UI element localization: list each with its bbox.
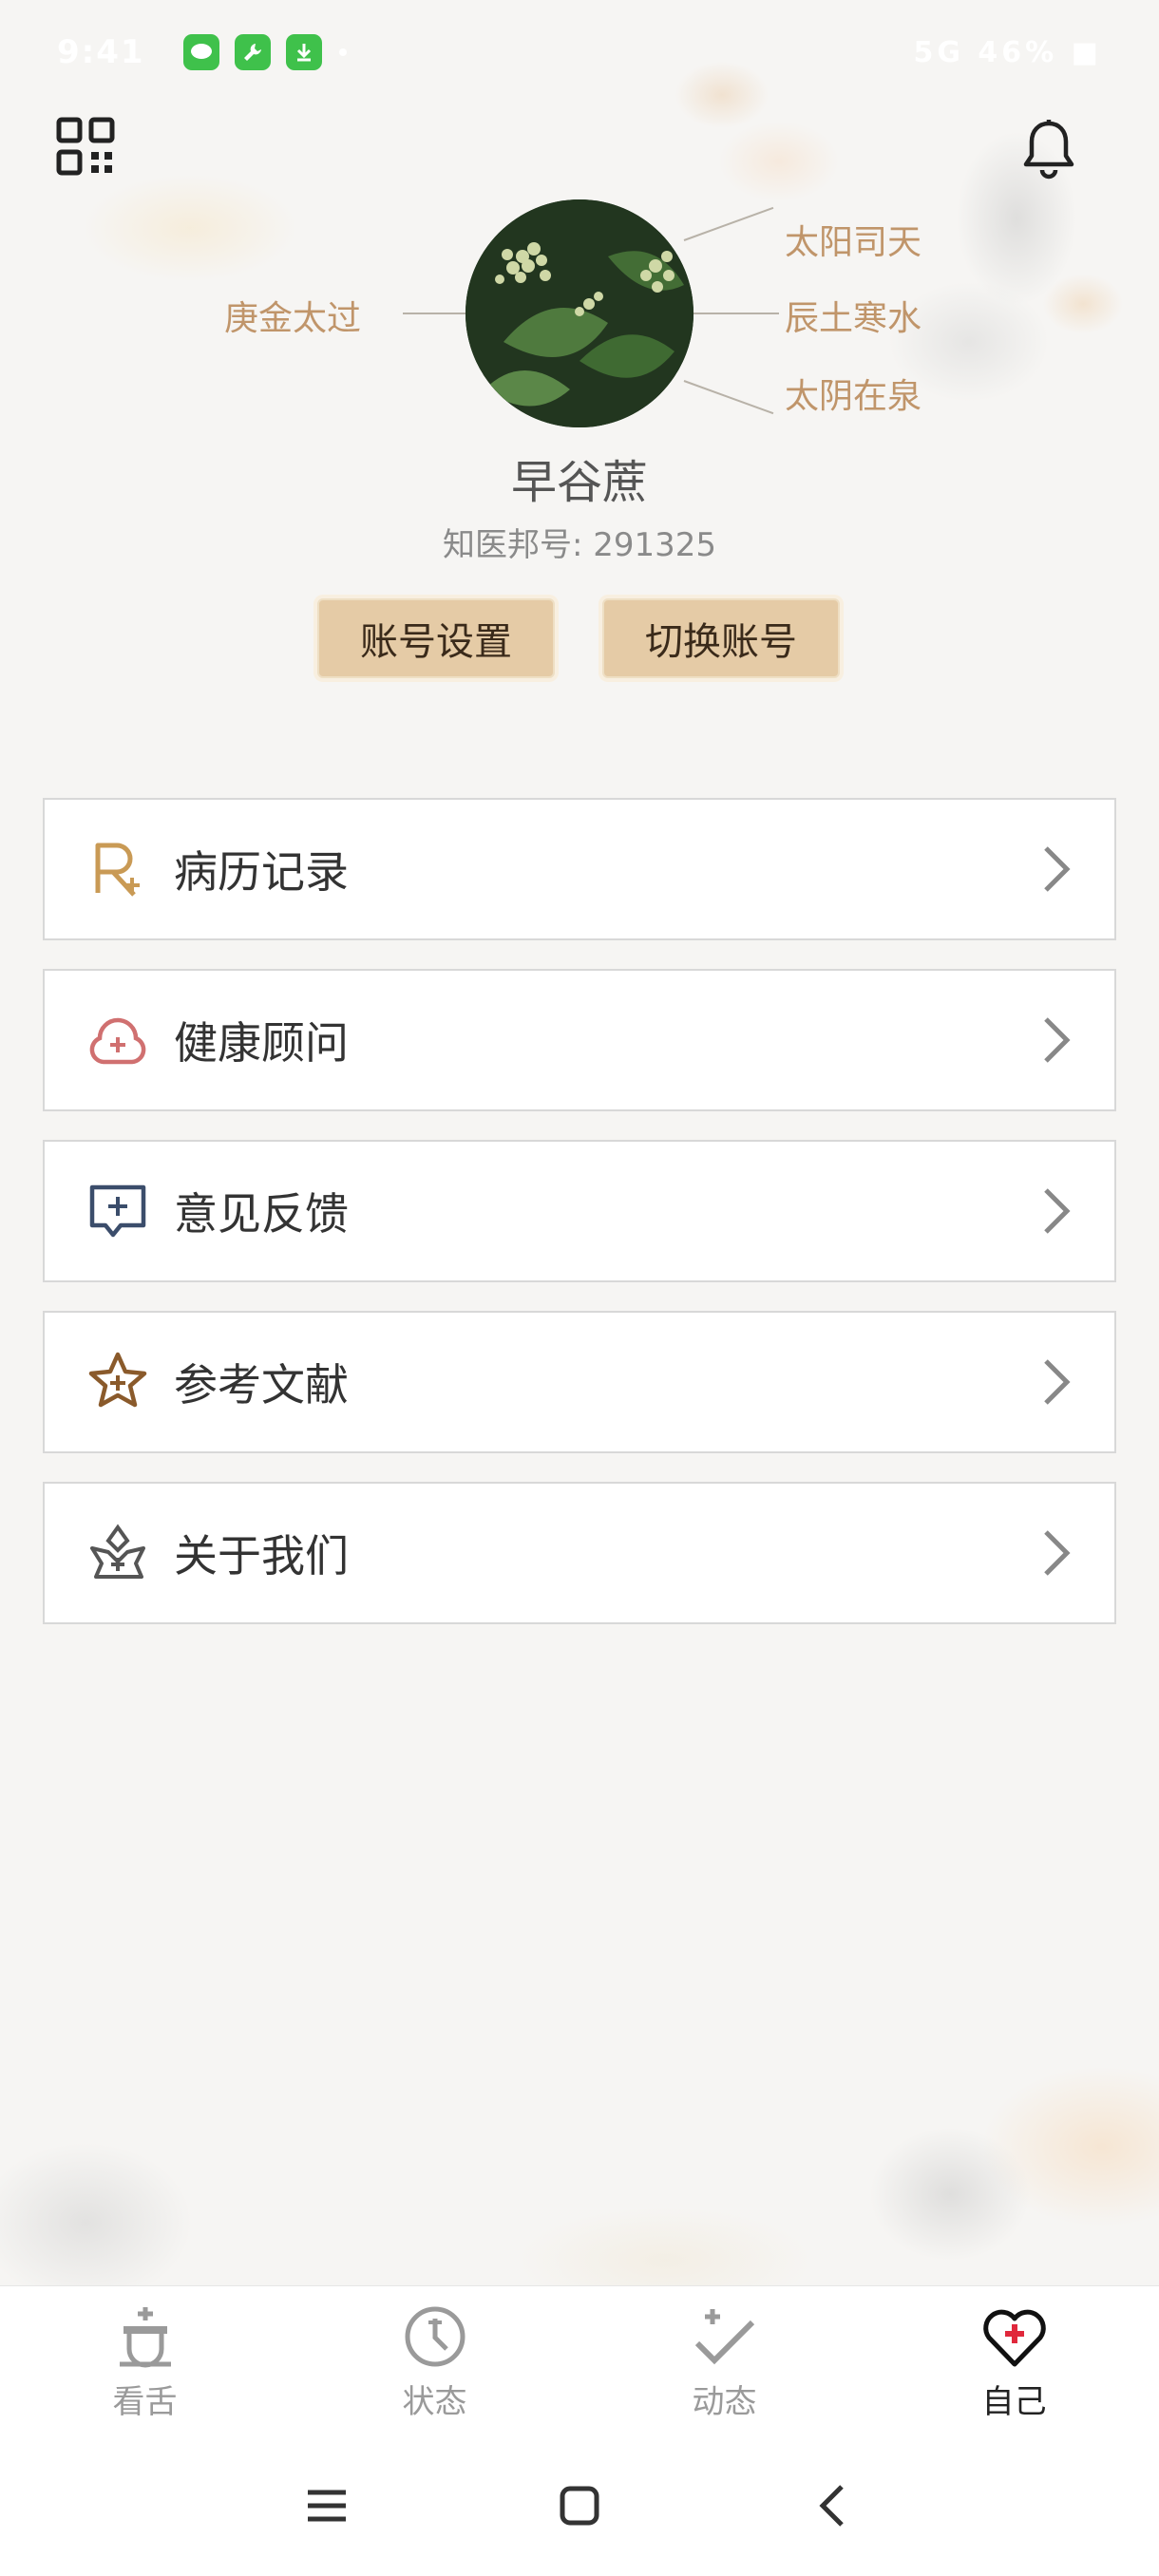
avatar[interactable] xyxy=(466,199,694,427)
username: 早谷蔗 xyxy=(510,456,648,509)
qr-code-button[interactable] xyxy=(55,116,116,177)
wrench-app-icon xyxy=(234,34,271,70)
right-tag-connector-bottom xyxy=(683,380,774,415)
profile-tag-left: 庚金太过 xyxy=(224,299,362,338)
menu-item-medical-records[interactable]: 病历记录 xyxy=(43,798,1116,940)
nav-label-status: 状态 xyxy=(402,2383,467,2421)
menu-item-references[interactable]: 参考文献 xyxy=(43,1311,1116,1453)
activity-check-icon xyxy=(694,2309,754,2365)
chevron-right-icon xyxy=(1044,1017,1071,1063)
menu-label-medical-records: 病历记录 xyxy=(174,846,349,898)
download-app-icon xyxy=(285,34,322,70)
nav-label-tongue: 看舌 xyxy=(112,2383,178,2421)
profile-tag-right-1: 太阳司天 xyxy=(785,223,922,262)
chevron-right-icon xyxy=(1044,1359,1071,1405)
user-id-value: 291325 xyxy=(593,526,717,564)
star-reference-icon xyxy=(88,1352,147,1408)
chevron-right-icon xyxy=(1044,1530,1071,1576)
right-tag-connector-top xyxy=(683,206,774,241)
bottom-nav: 看舌 状态 动态 自己 xyxy=(0,2285,1159,2437)
nav-tab-tongue[interactable]: 看舌 xyxy=(0,2286,290,2437)
menu-item-feedback[interactable]: 意见反馈 xyxy=(43,1140,1116,1282)
right-tag-connector-mid xyxy=(692,313,779,314)
nav-tab-status[interactable]: 状态 xyxy=(290,2286,580,2437)
avatar-plant-image xyxy=(466,199,694,427)
left-tag-connector xyxy=(403,313,469,314)
health-cloud-icon xyxy=(89,1017,146,1065)
system-nav-bar xyxy=(0,2437,1159,2576)
message-app-icon xyxy=(182,34,219,70)
notification-bell-button[interactable] xyxy=(1018,118,1079,182)
notification-dot-icon xyxy=(338,48,347,56)
chevron-right-icon xyxy=(1044,846,1071,892)
status-time: 9:41 xyxy=(57,33,145,71)
chevron-right-icon xyxy=(1044,1188,1071,1234)
home-icon[interactable] xyxy=(549,2475,610,2536)
menu-label-health-advisor: 健康顾问 xyxy=(174,1017,349,1069)
menu-label-about-us: 关于我们 xyxy=(174,1530,349,1582)
user-id-label: 知医邦号: xyxy=(442,526,583,564)
switch-account-button[interactable]: 切换账号 xyxy=(602,598,840,678)
about-lotus-icon xyxy=(90,1524,145,1579)
status-indicators: 5G 46% ■ xyxy=(913,35,1102,69)
qr-code-icon xyxy=(56,117,115,176)
profile-tag-right-3: 太阴在泉 xyxy=(785,377,922,416)
account-settings-button[interactable]: 账号设置 xyxy=(317,598,555,678)
bell-icon xyxy=(1023,120,1074,180)
nav-tab-self[interactable]: 自己 xyxy=(869,2286,1159,2437)
nav-label-self: 自己 xyxy=(981,2383,1047,2421)
background-painting-bottom xyxy=(0,1976,1159,2289)
heart-plus-icon xyxy=(982,2309,1046,2367)
profile-tag-right-2: 辰土寒水 xyxy=(785,299,922,338)
nav-tab-activity[interactable]: 动态 xyxy=(580,2286,869,2437)
menu-label-feedback: 意见反馈 xyxy=(174,1188,349,1240)
back-icon[interactable] xyxy=(804,2475,864,2536)
menu-item-about-us[interactable]: 关于我们 xyxy=(43,1482,1116,1624)
feedback-icon xyxy=(89,1184,146,1238)
menu-label-references: 参考文献 xyxy=(174,1359,349,1411)
menu-item-health-advisor[interactable]: 健康顾问 xyxy=(43,969,1116,1111)
tongue-icon xyxy=(119,2307,171,2368)
status-clock-icon xyxy=(405,2306,465,2367)
user-id-row: 知医邦号: 291325 xyxy=(0,519,1159,565)
nav-label-activity: 动态 xyxy=(692,2383,757,2421)
prescription-icon xyxy=(95,843,140,897)
status-bar: 9:41 5G 46% ■ xyxy=(0,0,1159,104)
recent-apps-icon[interactable] xyxy=(296,2475,357,2536)
